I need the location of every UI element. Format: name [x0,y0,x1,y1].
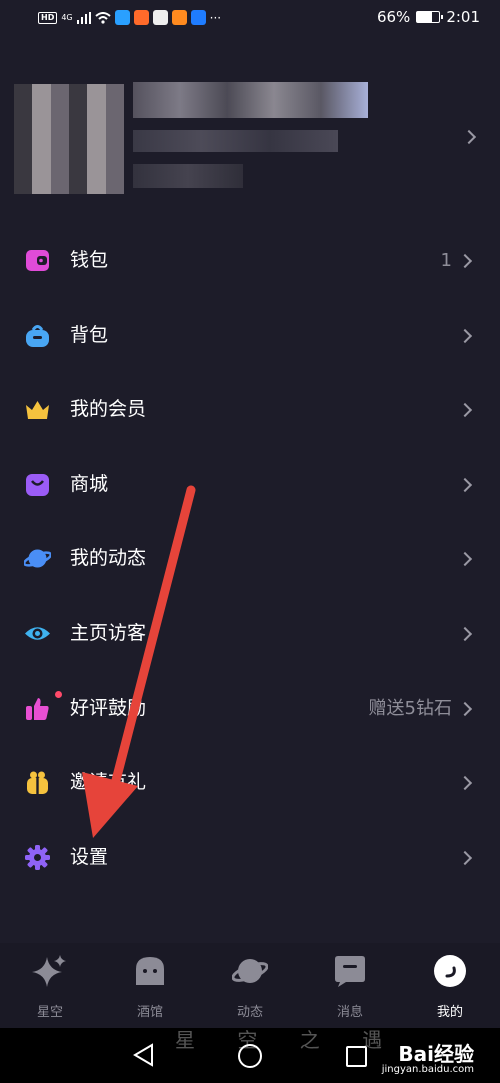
clock: 2:01 [446,8,480,26]
user-id-blurred [133,130,338,152]
avatar[interactable] [14,84,124,194]
app-icon-4 [171,10,187,25]
user-level-blurred [133,164,243,188]
menu-item-wallet[interactable]: 钱包 1 [0,223,500,298]
status-bar: HD 4G ··· 66% 2:01 [0,0,500,36]
chevron-right-icon [457,776,473,791]
eye-icon [25,627,50,640]
baidu-url: jingyan.baidu.com [381,1064,474,1075]
tab-label: 消息 [336,1005,363,1020]
tab-label: 星空 [36,1005,63,1020]
battery-percent: 66% [376,8,411,26]
menu-label: 我的会员 [70,398,147,421]
tab-feed[interactable]: 动态 [200,953,300,1020]
menu-item-shop[interactable]: 商城 [0,447,500,522]
home-icon[interactable] [238,1044,262,1068]
gift-icon [27,771,48,795]
username-blurred [133,82,368,118]
backpack-icon [26,324,49,347]
menu-item-settings[interactable]: 设置 [0,820,500,895]
profile-icon [434,955,466,987]
sparkle-icon [32,955,66,987]
menu-label: 好评鼓励 [70,696,147,719]
baidu-logo: Bai经验 [398,1042,474,1066]
app-icon-5 [190,10,206,25]
menu-item-invite[interactable]: 邀请有礼 [0,745,500,820]
thumbs-up-icon [26,697,49,720]
menu-label: 邀请有礼 [70,771,147,794]
menu-list: 钱包 1 背包 我的会员 商城 我的动态 主页访客 好评鼓励 赠送5钻石 邀请有… [0,223,500,894]
signal-icon [76,11,91,24]
recent-apps-icon[interactable] [346,1046,367,1067]
wallet-count: 1 [440,250,452,271]
tab-messages[interactable]: 消息 [300,953,400,1020]
hd-badge: HD [38,11,58,24]
tab-label: 酒馆 [136,1005,163,1020]
crown-icon [26,401,49,420]
system-nav-bar: 星 空 之 遇 Bai经验 jingyan.baidu.com [0,1028,500,1083]
tab-starry[interactable]: 星空 [0,953,100,1020]
tavern-icon [136,957,164,985]
wallet-icon [26,250,49,271]
tab-tavern[interactable]: 酒馆 [100,953,200,1020]
chevron-right-icon [457,552,473,567]
back-icon[interactable] [133,1043,155,1067]
more-notifications: ··· [209,10,222,25]
status-left: HD 4G ··· [38,10,221,25]
status-right: 66% 2:01 [377,8,480,26]
menu-label: 设置 [70,845,109,868]
wifi-icon [94,11,111,24]
chevron-right-icon [457,253,473,269]
tab-label: 动态 [236,1005,263,1020]
menu-label: 背包 [70,323,109,346]
menu-item-membership[interactable]: 我的会员 [0,372,500,447]
menu-item-rate-app[interactable]: 好评鼓励 赠送5钻石 [0,671,500,746]
notification-dot [55,690,62,698]
planet-icon [231,959,269,983]
chevron-right-icon [457,701,473,716]
menu-item-backpack[interactable]: 背包 [0,298,500,373]
tab-me[interactable]: 我的 [400,953,500,1020]
menu-label: 钱包 [70,249,109,271]
tab-bar: 星空 酒馆 动态 消息 我的 [0,943,500,1028]
gear-icon [25,844,50,870]
message-icon [335,956,365,987]
tab-label: 我的 [436,1005,463,1020]
menu-item-my-posts[interactable]: 我的动态 [0,521,500,596]
app-icon-2 [133,10,149,25]
chevron-right-icon [457,850,473,865]
menu-label: 商城 [70,472,109,495]
chevron-right-icon [457,477,473,492]
chevron-right-icon [457,626,473,642]
battery-icon [416,11,444,23]
profile-header[interactable] [0,70,500,200]
menu-item-visitors[interactable]: 主页访客 [0,596,500,671]
menu-label: 主页访客 [70,621,147,644]
chevron-right-icon [457,328,473,343]
chevron-right-icon [457,403,473,418]
menu-label: 我的动态 [70,547,147,570]
signal-tag: 4G [61,13,73,22]
planet-icon [24,549,51,568]
app-icon-3 [152,10,168,25]
shopping-bag-icon [26,473,49,496]
app-icon-1 [114,10,130,25]
chevron-right-icon [461,129,477,145]
reward-text: 赠送5钻石 [368,697,452,719]
